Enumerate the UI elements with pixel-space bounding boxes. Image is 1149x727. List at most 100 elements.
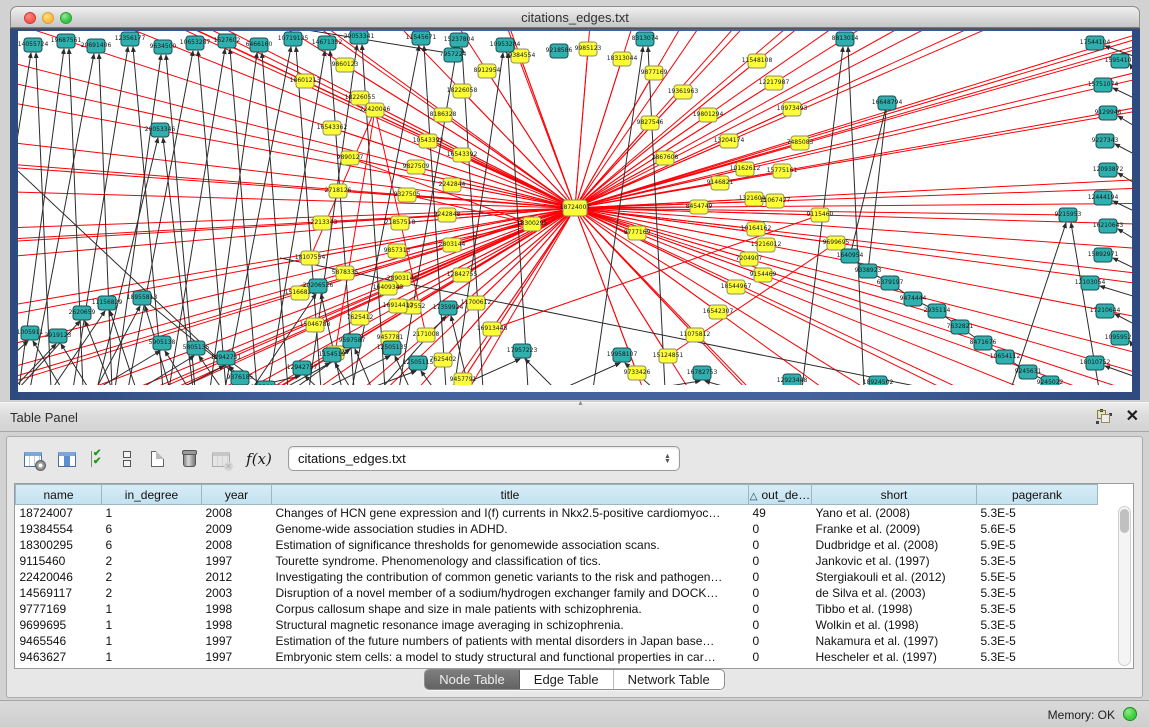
cell-short[interactable]: Dudbridge et al. (2008) [812,537,977,553]
cell-in_degree[interactable]: 1 [102,649,202,665]
node-table-grid[interactable]: namein_degreeyeartitle△out_de…shortpager… [15,484,1098,665]
cell-name[interactable]: 9777169 [16,601,102,617]
cell-pagerank[interactable]: 5.9E-5 [977,537,1098,553]
cell-out_degree[interactable]: 0 [749,569,812,585]
cell-short[interactable]: Wolkin et al. (1998) [812,617,977,633]
cell-out_degree[interactable]: 0 [749,521,812,537]
tab-network-table[interactable]: Network Table [614,670,724,689]
cell-short[interactable]: Franke et al. (2009) [812,521,977,537]
new-table-icon[interactable] [143,445,171,473]
cell-out_degree[interactable]: 0 [749,537,812,553]
column-header-in_degree[interactable]: in_degree [102,485,202,505]
cell-pagerank[interactable]: 5.5E-5 [977,569,1098,585]
cell-pagerank[interactable]: 5.3E-5 [977,585,1098,601]
cell-title[interactable]: Changes of HCN gene expression and I(f) … [272,505,749,521]
cell-in_degree[interactable]: 1 [102,633,202,649]
table-row[interactable]: 977716911998Corpus callosum shape and si… [16,601,1098,617]
cell-pagerank[interactable]: 5.3E-5 [977,633,1098,649]
float-panel-icon[interactable] [1096,409,1112,425]
splitter-handle[interactable]: ▴ [575,400,587,406]
table-row[interactable]: 1872400712008Changes of HCN gene express… [16,505,1098,521]
cell-title[interactable]: Estimation of significance thresholds fo… [272,537,749,553]
cell-in_degree[interactable]: 2 [102,553,202,569]
cell-short[interactable]: Tibbo et al. (1998) [812,601,977,617]
cell-short[interactable]: de Silva et al. (2003) [812,585,977,601]
cell-year[interactable]: 1998 [202,617,272,633]
tab-edge-table[interactable]: Edge Table [520,670,614,689]
cell-title[interactable]: Investigating the contribution of common… [272,569,749,585]
cell-short[interactable]: Yano et al. (2008) [812,505,977,521]
cell-in_degree[interactable]: 1 [102,601,202,617]
close-panel-icon[interactable]: ✕ [1126,409,1139,425]
table-row[interactable]: 1456911722003Disruption of a novel membe… [16,585,1098,601]
merge-cells-icon[interactable] [113,445,141,473]
cell-in_degree[interactable]: 2 [102,569,202,585]
cell-short[interactable]: Nakamura et al. (1997) [812,633,977,649]
cell-name[interactable]: 14569117 [16,585,102,601]
cell-pagerank[interactable]: 5.3E-5 [977,553,1098,569]
column-header-year[interactable]: year [202,485,272,505]
table-row[interactable]: 911546021997Tourette syndrome. Phenomeno… [16,553,1098,569]
cell-short[interactable]: Hescheler et al. (1997) [812,649,977,665]
cell-in_degree[interactable]: 2 [102,585,202,601]
memory-status-icon[interactable] [1123,707,1137,721]
cell-name[interactable]: 9465546 [16,633,102,649]
table-row[interactable]: 969969511998Structural magnetic resonanc… [16,617,1098,633]
tab-node-table[interactable]: Node Table [425,670,520,689]
cell-title[interactable]: Corpus callosum shape and size in male p… [272,601,749,617]
column-header-out_degree[interactable]: △out_de… [749,485,812,505]
cell-name[interactable]: 22420046 [16,569,102,585]
delete-table-icon[interactable] [175,445,203,473]
cell-year[interactable]: 1998 [202,601,272,617]
cell-pagerank[interactable]: 5.6E-5 [977,521,1098,537]
column-header-name[interactable]: name [16,485,102,505]
cell-pagerank[interactable]: 5.3E-5 [977,617,1098,633]
network-canvas[interactable]: 1872400719384554891295418226058818632810… [18,31,1132,392]
cell-short[interactable]: Stergiakouli et al. (2012) [812,569,977,585]
cell-title[interactable]: Embryonic stem cells: a model to study s… [272,649,749,665]
cell-year[interactable]: 1997 [202,649,272,665]
scrollbar-thumb[interactable] [1120,509,1129,533]
cell-name[interactable]: 18724007 [16,505,102,521]
cell-out_degree[interactable]: 0 [749,601,812,617]
cell-title[interactable]: Genome-wide association studies in ADHD. [272,521,749,537]
function-builder-icon[interactable]: f(x) [245,445,273,473]
table-row[interactable]: 946362711997Embryonic stem cells: a mode… [16,649,1098,665]
network-window-titlebar[interactable]: citations_edges.txt [10,6,1140,28]
cell-year[interactable]: 1997 [202,633,272,649]
select-rows-icon[interactable]: ✔✔ [85,445,113,473]
cell-pagerank[interactable]: 5.3E-5 [977,505,1098,521]
cell-short[interactable]: Jankovic et al. (1997) [812,553,977,569]
cell-out_degree[interactable]: 0 [749,585,812,601]
cell-out_degree[interactable]: 0 [749,649,812,665]
cell-name[interactable]: 18300295 [16,537,102,553]
cell-year[interactable]: 2008 [202,537,272,553]
cell-out_degree[interactable]: 0 [749,633,812,649]
table-vertical-scrollbar[interactable] [1118,506,1131,666]
column-header-short[interactable]: short [812,485,977,505]
cell-name[interactable]: 9699695 [16,617,102,633]
table-row[interactable]: 2242004622012Investigating the contribut… [16,569,1098,585]
cell-in_degree[interactable]: 1 [102,505,202,521]
table-row[interactable]: 1938455462009Genome-wide association stu… [16,521,1098,537]
cell-pagerank[interactable]: 5.3E-5 [977,649,1098,665]
column-header-pagerank[interactable]: pagerank [977,485,1098,505]
cell-title[interactable]: Disruption of a novel member of a sodium… [272,585,749,601]
column-header-title[interactable]: title [272,485,749,505]
table-row[interactable]: 946554611997Estimation of the future num… [16,633,1098,649]
cell-out_degree[interactable]: 0 [749,617,812,633]
table-settings-icon[interactable] [19,445,47,473]
table-selector-dropdown[interactable]: citations_edges.txt ▲▼ [288,446,680,471]
cell-out_degree[interactable]: 49 [749,505,812,521]
cell-name[interactable]: 9463627 [16,649,102,665]
cell-in_degree[interactable]: 6 [102,521,202,537]
cell-year[interactable]: 2012 [202,569,272,585]
cell-title[interactable]: Tourette syndrome. Phenomenology and cla… [272,553,749,569]
cell-year[interactable]: 2003 [202,585,272,601]
cell-in_degree[interactable]: 6 [102,537,202,553]
cell-out_degree[interactable]: 0 [749,553,812,569]
cell-pagerank[interactable]: 5.3E-5 [977,601,1098,617]
delete-column-icon[interactable] [207,445,235,473]
cell-year[interactable]: 2009 [202,521,272,537]
cell-name[interactable]: 19384554 [16,521,102,537]
